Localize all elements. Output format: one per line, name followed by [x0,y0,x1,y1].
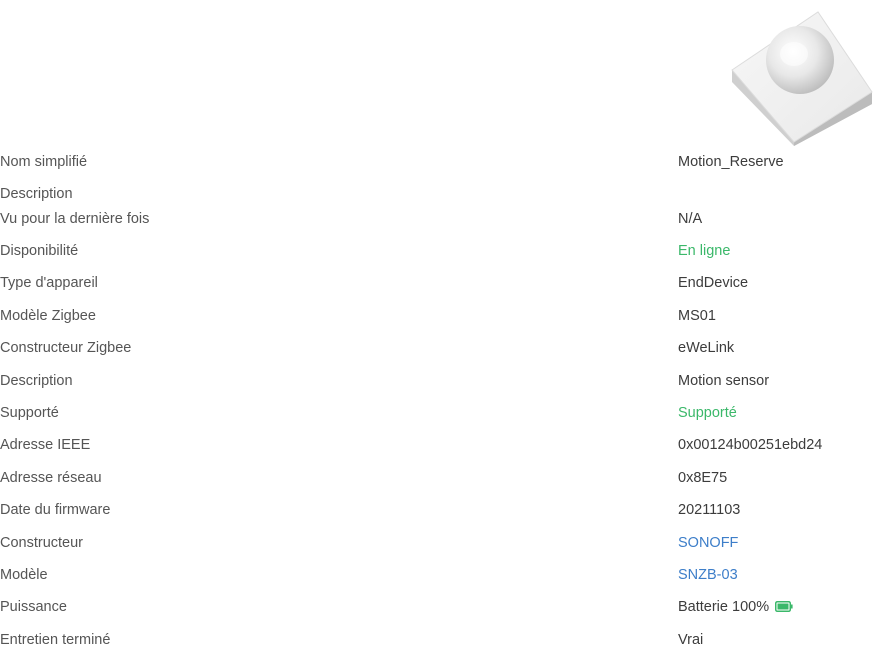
info-row-friendly-name: Nom simplifié Motion_Reserve [0,150,887,174]
zigbee-manufacturer-value: eWeLink [678,340,735,356]
info-row-model-description: Description Motion sensor [0,369,887,393]
model-description-value: Motion sensor [678,373,770,389]
firmware-date-label: Date du firmware [0,502,111,518]
last-seen-value: N/A [678,211,703,227]
zigbee-model-value: MS01 [678,308,716,324]
zigbee-model-label: Modèle Zigbee [0,308,96,324]
info-row-interview-completed: Entretien terminé Vrai [0,628,887,652]
interview-completed-value: Vrai [678,632,704,648]
supported-value: Supporté [678,405,737,421]
zigbee-manufacturer-label: Constructeur Zigbee [0,340,132,356]
power-value: Batterie 100% [678,595,793,619]
info-row-availability: Disponibilité En ligne [0,239,887,263]
motion-sensor-image [731,11,873,146]
model-label: Modèle [0,567,48,583]
info-row-supported: Supporté Supporté [0,401,887,425]
info-row-zigbee-model: Modèle Zigbee MS01 [0,304,887,328]
supported-label: Supporté [0,405,59,421]
description-label: Description [0,186,73,202]
power-label: Puissance [0,599,67,615]
device-type-label: Type d'appareil [0,275,98,291]
interview-completed-label: Entretien terminé [0,632,111,648]
friendly-name-value: Motion_Reserve [678,154,784,170]
network-address-label: Adresse réseau [0,470,102,486]
model-description-label: Description [0,373,73,389]
ieee-address-label: Adresse IEEE [0,437,91,453]
device-type-value: EndDevice [678,275,749,291]
info-row-model: Modèle SNZB-03 [0,563,887,587]
info-row-device-type: Type d'appareil EndDevice [0,271,887,295]
model-link[interactable]: SNZB-03 [678,563,738,587]
info-row-last-seen: Vu pour la dernière fois N/A [0,207,887,231]
info-row-network-address: Adresse réseau 0x8E75 [0,466,887,490]
info-row-manufacturer: Constructeur SONOFF [0,531,887,555]
info-row-ieee-address: Adresse IEEE 0x00124b00251ebd24 [0,433,887,457]
availability-label: Disponibilité [0,243,79,259]
info-row-power: Puissance Batterie 100% [0,595,887,619]
network-address-value: 0x8E75 [678,470,728,486]
manufacturer-label: Constructeur [0,535,84,551]
firmware-date-value: 20211103 [678,502,741,518]
battery-full-icon [775,600,793,612]
manufacturer-link[interactable]: SONOFF [678,531,738,555]
info-row-zigbee-manufacturer: Constructeur Zigbee eWeLink [0,336,887,360]
friendly-name-label: Nom simplifié [0,154,88,170]
power-value-text: Batterie 100% [678,599,770,615]
info-row-description: Description [0,182,887,206]
last-seen-label: Vu pour la dernière fois [0,211,150,227]
ieee-address-value: 0x00124b00251ebd24 [678,437,823,453]
availability-value: En ligne [678,243,731,259]
device-image [726,8,878,148]
info-row-firmware-date: Date du firmware 20211103 [0,498,887,522]
